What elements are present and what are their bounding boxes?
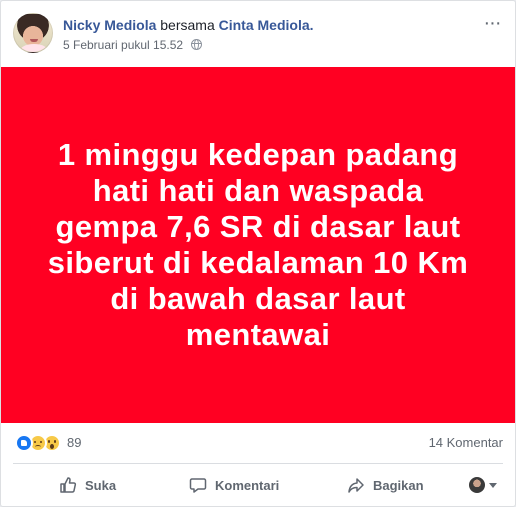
poster-text: 1 minggu kedepan padang hati hati dan wa… <box>47 137 469 352</box>
avatar-mouth <box>30 39 38 42</box>
caret-down-icon <box>489 482 497 488</box>
comment-icon <box>189 478 207 493</box>
action-bar: Suka Komentari Bagikan <box>13 469 503 501</box>
comment-count-link[interactable]: 14 Komentar <box>429 435 503 450</box>
with-text: bersama <box>160 17 215 33</box>
post-header: Nicky Mediola bersama Cinta Mediola. 5 F… <box>13 13 505 57</box>
thumbs-up-icon <box>60 477 77 493</box>
share-arrow-icon <box>348 478 364 493</box>
like-label: Suka <box>85 477 117 493</box>
reaction-icons[interactable] <box>15 433 75 453</box>
reactions-bar: 89 14 Komentar <box>13 433 503 453</box>
post-meta: 5 Februari pukul 15.52 <box>63 37 203 53</box>
reaction-count[interactable]: 89 <box>67 435 81 450</box>
author-avatar[interactable] <box>13 13 53 53</box>
tagged-person-link[interactable]: Cinta Mediola. <box>219 17 314 33</box>
user-avatar-icon <box>469 477 485 493</box>
share-button[interactable]: Bagikan <box>347 469 424 501</box>
text-poster: 1 minggu kedepan padang hati hati dan wa… <box>1 67 515 423</box>
author-name-link[interactable]: Nicky Mediola <box>63 17 156 33</box>
post-timestamp-link[interactable]: 5 Februari pukul 15.52 <box>63 38 183 52</box>
like-button[interactable]: Suka <box>59 469 116 501</box>
divider <box>13 463 503 464</box>
post-card: Nicky Mediola bersama Cinta Mediola. 5 F… <box>0 0 516 507</box>
globe-icon[interactable] <box>191 39 203 50</box>
author-line: Nicky Mediola bersama Cinta Mediola. <box>63 16 314 34</box>
share-label: Bagikan <box>373 477 424 493</box>
avatar-shirt <box>20 44 48 52</box>
like-icon[interactable] <box>15 434 33 452</box>
comment-button[interactable]: Komentari <box>189 469 279 501</box>
reaction-identity-selector[interactable] <box>469 469 503 501</box>
comment-label: Komentari <box>215 477 280 493</box>
more-options-icon[interactable]: ··· <box>481 13 503 33</box>
